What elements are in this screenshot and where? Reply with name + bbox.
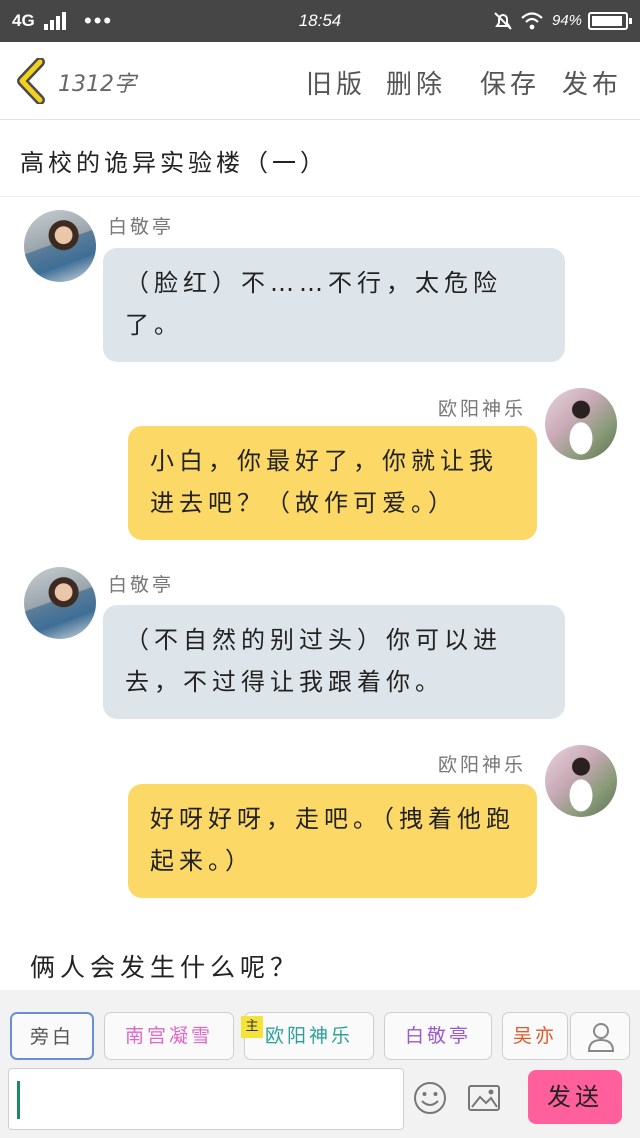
character-chip-narrator[interactable]: 旁白 [10,1012,94,1060]
delete-button[interactable]: 删除 [386,64,446,101]
text-cursor [17,1081,20,1119]
character-manage-button[interactable] [570,1012,630,1060]
emoji-icon[interactable] [412,1080,448,1116]
send-button[interactable]: 发送 [528,1070,622,1124]
main-character-badge: 主 [241,1016,263,1038]
battery-percent: 94% [552,12,583,29]
avatar-bai-jingting[interactable] [24,210,96,282]
avatar-bai-jingting[interactable] [24,567,96,639]
story-title[interactable]: 高校的诡异实验楼（一） [20,143,328,178]
word-count: 1312字 [58,72,136,97]
story-title-row[interactable]: 高校的诡异实验楼（一） [0,121,640,197]
mute-bell-icon [494,12,512,30]
character-chip-wu-yi[interactable]: 吴亦 [502,1012,568,1060]
avatar-ouyang-shenle[interactable] [545,388,617,460]
speaker-name: 欧阳神乐 [438,754,527,776]
battery-icon [588,12,632,30]
message-bubble[interactable]: 小白，你最好了，你就让我进去吧？（故作可爱。） [128,426,537,540]
character-chip-nangong-ningxue[interactable]: 南宫凝雪 [104,1012,234,1060]
save-button[interactable]: 保存 [480,64,540,101]
old-version-button[interactable]: 旧版 [306,64,366,101]
message-bubble[interactable]: 好呀好呀，走吧。（拽着他跑起来。） [128,784,537,898]
avatar-ouyang-shenle[interactable] [545,745,617,817]
message-input[interactable] [8,1068,404,1130]
message-bubble[interactable]: （脸红）不……不行，太危险了。 [103,248,565,362]
speaker-name: 白敬亭 [108,216,175,238]
image-icon[interactable] [466,1080,502,1116]
person-icon [587,1023,615,1052]
speaker-name: 欧阳神乐 [438,398,527,420]
publish-button[interactable]: 发布 [562,64,622,101]
editor-toolbar: 1312字 旧版 删除 保存 发布 [0,42,640,120]
character-chip-bai-jingting[interactable]: 白敬亭 [384,1012,492,1060]
back-arrow-icon[interactable] [14,58,50,104]
clock: 18:54 [298,11,342,30]
character-chip-ouyang-shenle[interactable]: 欧阳神乐 [244,1012,374,1060]
speaker-name: 白敬亭 [108,574,175,596]
message-bubble[interactable]: （不自然的别过头）你可以进去，不过得让我跟着你。 [103,605,565,719]
status-bar: 4G ••• 18:54 94% [0,0,640,42]
narration-text[interactable]: 俩人会发生什么呢？ [30,948,300,984]
wifi-icon [521,12,543,30]
